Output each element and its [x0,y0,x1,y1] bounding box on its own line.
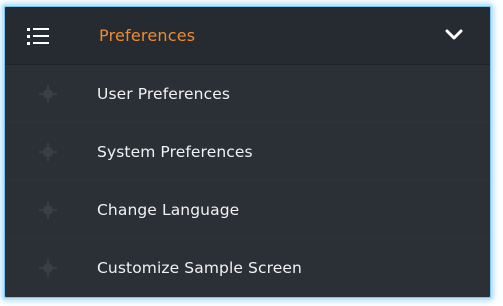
menu-item-label: System Preferences [97,142,253,161]
menu-item-customize-sample-screen[interactable]: Customize Sample Screen [5,239,490,297]
menu-item-user-preferences[interactable]: User Preferences [5,65,490,123]
menu-item-label: Change Language [97,200,240,219]
crosshair-bullet-icon [37,141,59,163]
menu-item-change-language[interactable]: Change Language [5,181,490,239]
crosshair-bullet-icon [37,257,59,279]
preferences-menu-title: Preferences [99,26,196,45]
preferences-menu-panel: Preferences User Preferences System Pref… [4,6,491,298]
preferences-menu-header[interactable]: Preferences [5,7,490,65]
menu-item-label: User Preferences [97,84,231,103]
list-menu-icon [27,27,49,45]
preferences-menu-list: User Preferences System Preferences Chan… [5,65,490,297]
screenshot-frame: Preferences User Preferences System Pref… [0,0,503,306]
menu-item-label: Customize Sample Screen [97,259,302,277]
crosshair-bullet-icon [37,199,59,221]
crosshair-bullet-icon [37,83,59,105]
menu-item-system-preferences[interactable]: System Preferences [5,123,490,181]
chevron-down-icon[interactable] [445,28,463,42]
